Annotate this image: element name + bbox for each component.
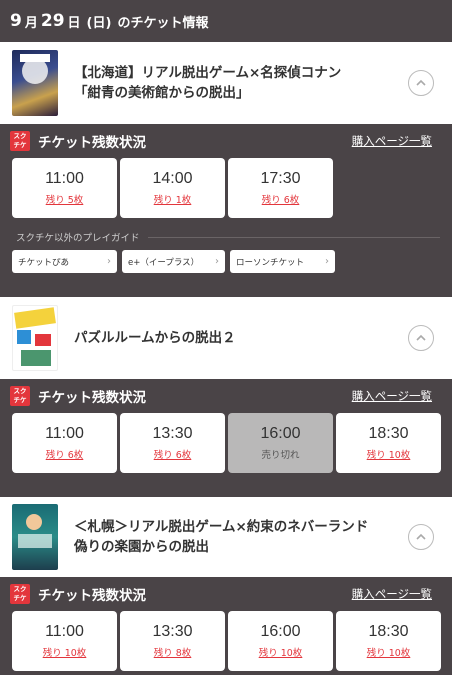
event-card[interactable]: 【北海道】リアル脱出ゲーム×名探偵コナン 「紺青の美術館からの脱出」 <box>0 42 452 124</box>
time-slot[interactable]: 13:30 残り 6枚 <box>120 413 225 473</box>
event-card[interactable]: ＜札幌＞リアル脱出ゲーム×約束のネバーランド 偽りの楽園からの脱出 <box>0 497 452 577</box>
header-weekday: (日) <box>86 15 112 31</box>
slot-time: 13:30 <box>152 623 193 640</box>
slot-remaining: 残り 6枚 <box>153 450 192 461</box>
slot-remaining: 残り 5枚 <box>45 195 84 206</box>
chevron-right-icon: › <box>215 256 219 267</box>
slot-time: 11:00 <box>45 170 84 187</box>
time-slot[interactable]: 16:00 残り 10枚 <box>228 611 333 671</box>
event-title-line2: 偽りの楽園からの脱出 <box>74 539 209 555</box>
ticket-panel: スク チケ チケット残数状況 購入ページ一覧 11:00 残り 6枚 13:30 … <box>0 379 452 497</box>
event-thumbnail <box>12 504 58 570</box>
event-title-line2: 「紺青の美術館からの脱出」 <box>74 85 250 101</box>
slot-soldout-label: 売り切れ <box>261 450 300 461</box>
time-slot[interactable]: 13:30 残り 8枚 <box>120 611 225 671</box>
sukuchike-logo: スク チケ <box>10 131 30 151</box>
chevron-right-icon: › <box>325 256 329 267</box>
collapse-button[interactable] <box>408 524 434 550</box>
event-thumbnail <box>12 305 58 371</box>
event-title[interactable]: パズルルームからの脱出２ <box>74 328 408 348</box>
event-card[interactable]: パズルルームからの脱出２ <box>0 297 452 379</box>
time-slot[interactable]: 11:00 残り 6枚 <box>12 413 117 473</box>
guide-button-lawson[interactable]: ローソンチケット › <box>230 250 335 273</box>
slot-time: 14:00 <box>152 170 193 187</box>
slot-remaining: 残り 6枚 <box>261 195 300 206</box>
panel-title: チケット残数状況 <box>38 588 146 604</box>
header-day-suffix: 日 <box>67 15 81 31</box>
event-title-line1: ＜札幌＞リアル脱出ゲーム×約束のネバーランド <box>74 519 369 535</box>
collapse-button[interactable] <box>408 325 434 351</box>
chevron-up-icon <box>416 79 426 86</box>
panel-title: チケット残数状況 <box>38 135 146 151</box>
slot-time: 18:30 <box>368 425 409 442</box>
chevron-right-icon: › <box>107 256 111 267</box>
sukuchike-logo: スク チケ <box>10 386 30 406</box>
time-slot[interactable]: 18:30 残り 10枚 <box>336 611 441 671</box>
event-title[interactable]: ＜札幌＞リアル脱出ゲーム×約束のネバーランド 偽りの楽園からの脱出 <box>74 517 408 557</box>
slot-time: 18:30 <box>368 623 409 640</box>
collapse-button[interactable] <box>408 70 434 96</box>
header-month-suffix: 月 <box>24 15 38 31</box>
slot-remaining: 残り 10枚 <box>42 648 87 659</box>
event-title[interactable]: 【北海道】リアル脱出ゲーム×名探偵コナン 「紺青の美術館からの脱出」 <box>74 63 408 103</box>
guide-button-pia[interactable]: チケットぴあ › <box>12 250 117 273</box>
chevron-up-icon <box>416 533 426 540</box>
slot-remaining: 残り 1枚 <box>153 195 192 206</box>
date-header: 9 月 29 日 (日) のチケット情報 <box>0 0 452 42</box>
ticket-panel: スク チケ チケット残数状況 購入ページ一覧 11:00 残り 10枚 13:30… <box>0 577 452 675</box>
ticket-panel: スク チケ チケット残数状況 購入ページ一覧 11:00 残り 5枚 14:00 … <box>0 124 452 297</box>
slot-remaining: 残り 10枚 <box>366 450 411 461</box>
header-month: 9 <box>10 11 22 31</box>
slot-time: 11:00 <box>45 425 84 442</box>
time-slot[interactable]: 11:00 残り 10枚 <box>12 611 117 671</box>
purchase-page-link[interactable]: 購入ページ一覧 <box>352 388 432 404</box>
guide-button-eplus[interactable]: e+（イープラス） › <box>122 250 225 273</box>
chevron-up-icon <box>416 334 426 341</box>
slot-time: 13:30 <box>152 425 193 442</box>
purchase-page-link[interactable]: 購入ページ一覧 <box>352 586 432 602</box>
sukuchike-logo: スク チケ <box>10 584 30 604</box>
purchase-page-link[interactable]: 購入ページ一覧 <box>352 133 432 149</box>
event-title-line1: 【北海道】リアル脱出ゲーム×名探偵コナン <box>74 65 342 81</box>
slot-remaining: 残り 6枚 <box>45 450 84 461</box>
header-title: のチケット情報 <box>117 15 209 31</box>
slot-time: 17:30 <box>260 170 301 187</box>
slot-time: 11:00 <box>45 623 84 640</box>
slot-remaining: 残り 8枚 <box>153 648 192 659</box>
event-thumbnail <box>12 50 58 116</box>
time-slot-soldout: 16:00 売り切れ <box>228 413 333 473</box>
slot-remaining: 残り 10枚 <box>366 648 411 659</box>
header-day: 29 <box>40 11 65 31</box>
time-slot[interactable]: 17:30 残り 6枚 <box>228 158 333 218</box>
time-slot[interactable]: 14:00 残り 1枚 <box>120 158 225 218</box>
slot-time: 16:00 <box>260 623 301 640</box>
slot-remaining: 残り 10枚 <box>258 648 303 659</box>
panel-title: チケット残数状況 <box>38 390 146 406</box>
time-slot[interactable]: 11:00 残り 5枚 <box>12 158 117 218</box>
other-playguide-label: スクチケ以外のプレイガイド <box>16 230 442 244</box>
slot-time: 16:00 <box>260 425 301 442</box>
time-slot[interactable]: 18:30 残り 10枚 <box>336 413 441 473</box>
